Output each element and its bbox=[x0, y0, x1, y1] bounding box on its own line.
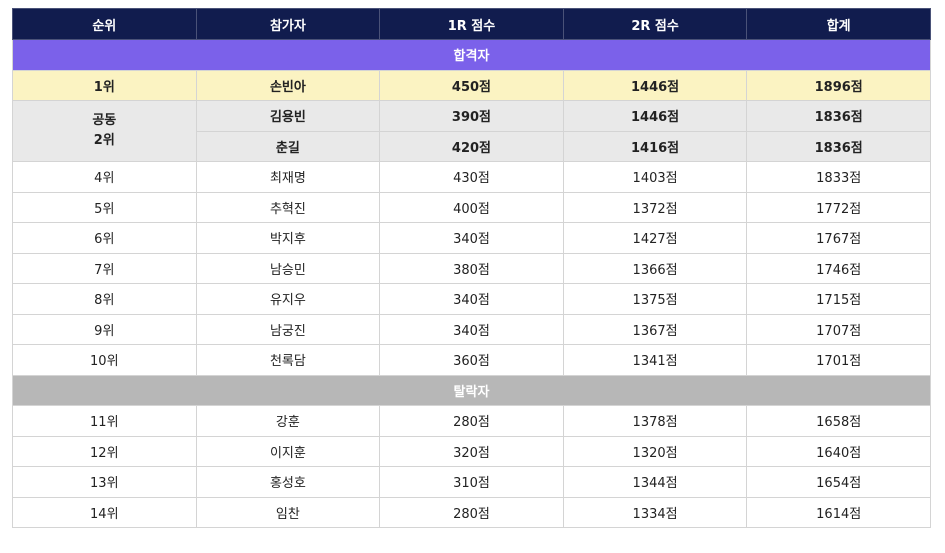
rank-cell: 9위 bbox=[12, 313, 197, 345]
round2-score-cell: 1416점 bbox=[562, 130, 748, 162]
round2-score-cell: 1334점 bbox=[562, 496, 748, 528]
results-table-container: 순위 참가자 1R 점수 2R 점수 합계 합격자 1위 손빈아 450점 14… bbox=[12, 8, 931, 528]
header-total: 합계 bbox=[746, 8, 931, 40]
table-row: 8위 유지우 340점 1375점 1715점 bbox=[12, 283, 931, 315]
total-cell: 1640점 bbox=[746, 435, 931, 467]
rank-cell: 1위 bbox=[12, 69, 197, 101]
table-row: 7위 남승민 380점 1366점 1746점 bbox=[12, 252, 931, 284]
participant-cell: 김용빈 bbox=[195, 100, 381, 132]
participant-cell: 천록담 bbox=[195, 344, 381, 376]
rank-cell-tie: 공동 2위 bbox=[12, 100, 197, 162]
table-header: 순위 참가자 1R 점수 2R 점수 합계 bbox=[12, 8, 931, 40]
rank-cell: 14위 bbox=[12, 496, 197, 528]
total-cell: 1701점 bbox=[746, 344, 931, 376]
round1-score-cell: 310점 bbox=[379, 466, 564, 498]
table-row: 11위 강훈 280점 1378점 1658점 bbox=[12, 405, 931, 437]
total-cell: 1746점 bbox=[746, 252, 931, 284]
round2-score-cell: 1320점 bbox=[562, 435, 748, 467]
table-body: 합격자 1위 손빈아 450점 1446점 1896점 공동 2위 김용빈 39… bbox=[12, 39, 931, 528]
total-cell: 1658점 bbox=[746, 405, 931, 437]
participant-cell: 박지후 bbox=[195, 222, 381, 254]
round2-score-cell: 1378점 bbox=[562, 405, 748, 437]
total-cell: 1715점 bbox=[746, 283, 931, 315]
round1-score-cell: 420점 bbox=[379, 130, 564, 162]
round1-score-cell: 430점 bbox=[379, 161, 564, 193]
rank-cell: 5위 bbox=[12, 191, 197, 223]
round1-score-cell: 280점 bbox=[379, 496, 564, 528]
total-cell: 1614점 bbox=[746, 496, 931, 528]
header-round1-score: 1R 점수 bbox=[379, 8, 564, 40]
participant-cell: 남궁진 bbox=[195, 313, 381, 345]
total-cell: 1833점 bbox=[746, 161, 931, 193]
rank-cell: 6위 bbox=[12, 222, 197, 254]
table-row: 12위 이지훈 320점 1320점 1640점 bbox=[12, 435, 931, 467]
round2-score-cell: 1344점 bbox=[562, 466, 748, 498]
total-cell: 1836점 bbox=[746, 130, 931, 162]
section-label-eliminated: 탈락자 bbox=[12, 374, 931, 406]
total-cell: 1896점 bbox=[746, 69, 931, 101]
total-cell: 1654점 bbox=[746, 466, 931, 498]
total-cell: 1836점 bbox=[746, 100, 931, 132]
rank-cell: 10위 bbox=[12, 344, 197, 376]
table-row: 14위 임찬 280점 1334점 1614점 bbox=[12, 496, 931, 528]
table-row: 5위 추혁진 400점 1372점 1772점 bbox=[12, 191, 931, 223]
rank-cell: 11위 bbox=[12, 405, 197, 437]
header-row: 순위 참가자 1R 점수 2R 점수 합계 bbox=[12, 8, 931, 40]
total-cell: 1772점 bbox=[746, 191, 931, 223]
round2-score-cell: 1341점 bbox=[562, 344, 748, 376]
participant-cell: 손빈아 bbox=[195, 69, 381, 101]
results-table: 순위 참가자 1R 점수 2R 점수 합계 합격자 1위 손빈아 450점 14… bbox=[12, 8, 931, 528]
rank-cell: 7위 bbox=[12, 252, 197, 284]
participant-cell: 남승민 bbox=[195, 252, 381, 284]
tie-rank: 2위 bbox=[93, 133, 115, 148]
round1-score-cell: 380점 bbox=[379, 252, 564, 284]
participant-cell: 홍성호 bbox=[195, 466, 381, 498]
rank-cell: 12위 bbox=[12, 435, 197, 467]
round1-score-cell: 390점 bbox=[379, 100, 564, 132]
round1-score-cell: 340점 bbox=[379, 313, 564, 345]
participant-cell: 최재명 bbox=[195, 161, 381, 193]
header-participant: 참가자 bbox=[195, 8, 381, 40]
round2-score-cell: 1427점 bbox=[562, 222, 748, 254]
table-row-first-place: 1위 손빈아 450점 1446점 1896점 bbox=[12, 69, 931, 101]
section-row-eliminated: 탈락자 bbox=[12, 374, 931, 406]
table-row-tie-1: 공동 2위 김용빈 390점 1446점 1836점 bbox=[12, 100, 931, 162]
rank-cell: 4위 bbox=[12, 161, 197, 193]
table-row: 4위 최재명 430점 1403점 1833점 bbox=[12, 161, 931, 193]
round1-score-cell: 280점 bbox=[379, 405, 564, 437]
total-cell: 1707점 bbox=[746, 313, 931, 345]
round2-score-cell: 1366점 bbox=[562, 252, 748, 284]
participant-cell: 추혁진 bbox=[195, 191, 381, 223]
round2-score-cell: 1446점 bbox=[562, 69, 748, 101]
participant-cell: 이지훈 bbox=[195, 435, 381, 467]
round2-score-cell: 1367점 bbox=[562, 313, 748, 345]
participant-cell: 임찬 bbox=[195, 496, 381, 528]
round2-score-cell: 1372점 bbox=[562, 191, 748, 223]
table-row: 13위 홍성호 310점 1344점 1654점 bbox=[12, 466, 931, 498]
table-row: 6위 박지후 340점 1427점 1767점 bbox=[12, 222, 931, 254]
round2-score-cell: 1403점 bbox=[562, 161, 748, 193]
round1-score-cell: 360점 bbox=[379, 344, 564, 376]
round1-score-cell: 400점 bbox=[379, 191, 564, 223]
rank-cell: 13위 bbox=[12, 466, 197, 498]
round2-score-cell: 1446점 bbox=[562, 100, 748, 132]
round1-score-cell: 340점 bbox=[379, 222, 564, 254]
round1-score-cell: 450점 bbox=[379, 69, 564, 101]
header-rank: 순위 bbox=[12, 8, 197, 40]
participant-cell: 강훈 bbox=[195, 405, 381, 437]
round1-score-cell: 340점 bbox=[379, 283, 564, 315]
tie-label: 공동 bbox=[92, 113, 117, 128]
participant-cell: 유지우 bbox=[195, 283, 381, 315]
participant-cell: 춘길 bbox=[195, 130, 381, 162]
round2-score-cell: 1375점 bbox=[562, 283, 748, 315]
total-cell: 1767점 bbox=[746, 222, 931, 254]
round1-score-cell: 320점 bbox=[379, 435, 564, 467]
table-row: 9위 남궁진 340점 1367점 1707점 bbox=[12, 313, 931, 345]
rank-cell: 8위 bbox=[12, 283, 197, 315]
table-row: 10위 천록담 360점 1341점 1701점 bbox=[12, 344, 931, 376]
section-row-passed: 합격자 bbox=[12, 39, 931, 71]
header-round2-score: 2R 점수 bbox=[562, 8, 748, 40]
section-label-passed: 합격자 bbox=[12, 39, 931, 71]
